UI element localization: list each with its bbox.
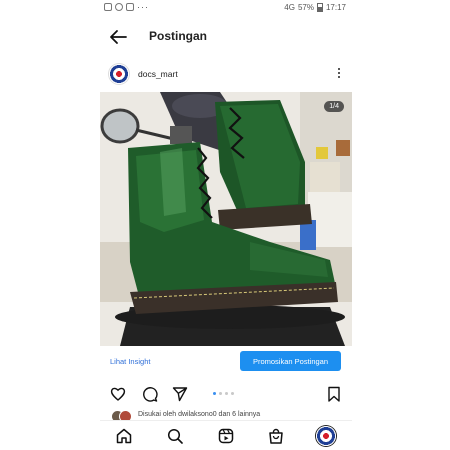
carousel-dot [213,392,216,395]
heart-icon[interactable] [110,386,126,402]
page-header: Postingan [100,24,352,52]
view-insights-link[interactable]: Lihat Insight [110,357,150,366]
bookmark-icon[interactable] [326,386,342,402]
avatar[interactable] [109,64,129,84]
green-boots-photo [100,92,352,346]
shop-icon[interactable] [268,428,284,444]
battery-icon [316,3,323,12]
carousel-indicator [213,392,234,395]
page-title: Postingan [149,29,208,43]
battery-percent: 57% [297,3,314,12]
post-image[interactable]: 1/4 [100,92,352,346]
comment-icon[interactable] [142,386,158,402]
image-counter-badge: 1/4 [324,101,344,112]
carousel-dot [225,392,228,395]
more-notifications-icon: ··· [137,2,149,12]
more-options-icon[interactable] [336,67,342,81]
post-author-row: docs_mart [100,62,352,88]
instagram-screen: ··· 4G 57% 17:17 Postingan docs_mart 1/4… [100,0,352,450]
share-icon[interactable] [172,386,188,402]
insight-bar: Lihat Insight Promosikan Postingan [100,348,352,374]
reels-icon[interactable] [218,428,234,444]
network-icon: 4G [284,3,295,12]
arrow-left-icon[interactable] [108,29,128,45]
status-left: ··· [104,2,149,12]
status-right: 4G 57% 17:17 [284,3,346,12]
facebook-icon [126,3,134,11]
bottom-navigation [100,420,352,450]
carousel-dot [219,392,222,395]
instagram-icon [104,3,112,11]
post-actions [100,382,352,406]
username[interactable]: docs_mart [138,69,178,79]
profile-avatar[interactable] [316,426,336,446]
likes-text: Disukai oleh dwilaksono0 dan 6 lainnya [138,411,261,418]
home-icon[interactable] [116,428,132,444]
status-bar: ··· 4G 57% 17:17 [100,0,352,18]
whatsapp-icon [115,3,123,11]
clock: 17:17 [325,3,346,12]
search-icon[interactable] [167,428,183,444]
carousel-dot [231,392,234,395]
promote-post-button[interactable]: Promosikan Postingan [240,351,341,371]
